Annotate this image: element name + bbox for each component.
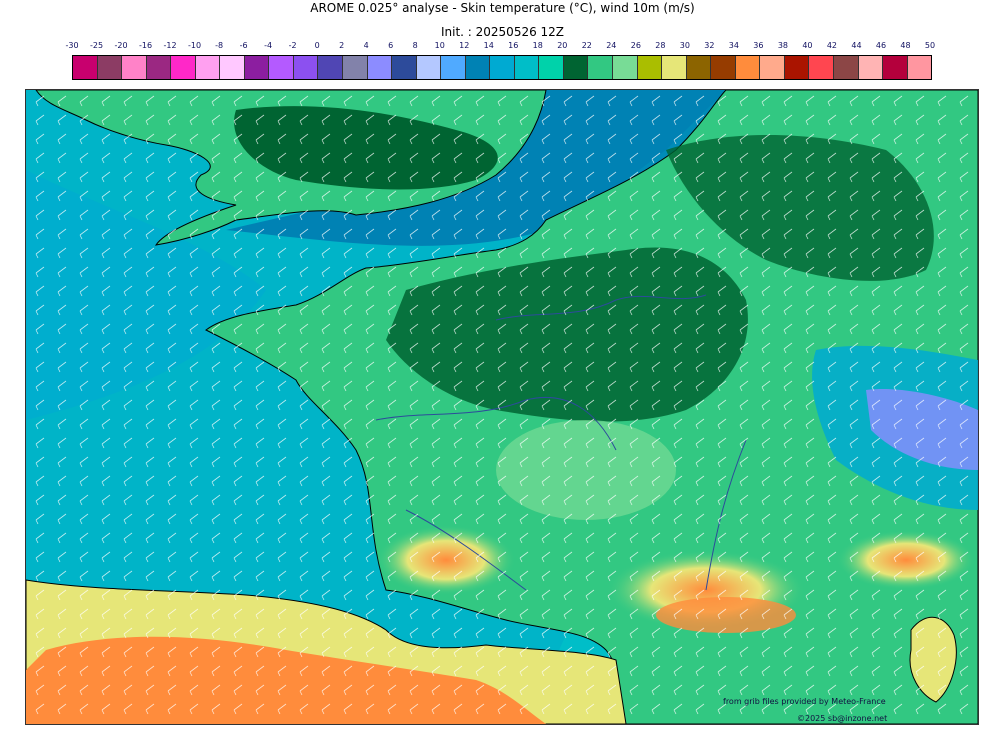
colorbar-tick-label: 42 xyxy=(826,41,838,50)
colorbar-tick-label: -6 xyxy=(239,41,248,50)
colorbar-tick-label: 10 xyxy=(434,41,445,50)
colorbar-tick-label: -30 xyxy=(65,41,79,50)
colorbar-tick-label: 28 xyxy=(655,41,666,50)
colorbar-tick-label: 16 xyxy=(508,41,519,50)
colorbar-tick-label: 36 xyxy=(753,41,764,50)
colorbar-swatch xyxy=(343,56,368,79)
colorbar-tick-label: 12 xyxy=(459,41,470,50)
colorbar-tick-label: 44 xyxy=(851,41,862,50)
colorbar-swatch xyxy=(490,56,515,79)
colorbar-tick-label: 30 xyxy=(679,41,690,50)
colorbar-tick-label: 40 xyxy=(802,41,813,50)
colorbar-tick-label: 50 xyxy=(924,41,936,50)
colorbar-swatch xyxy=(735,56,761,79)
colorbar-swatch xyxy=(563,56,589,79)
colorbar-swatch xyxy=(883,56,908,79)
colorbar-swatch xyxy=(858,56,884,79)
po-valley-warm xyxy=(836,530,976,590)
colorbar-swatch xyxy=(244,56,270,79)
map-canvas xyxy=(26,90,978,724)
colorbar-tick-label: 34 xyxy=(728,41,739,50)
colorbar-tick-label: -10 xyxy=(188,41,202,50)
colorbar-swatch xyxy=(416,56,442,79)
colorbar-swatch xyxy=(539,56,564,79)
colorbar-swatch xyxy=(146,56,172,79)
colorbar-swatch xyxy=(637,56,663,79)
colorbar-tick-label: 0 xyxy=(314,41,320,50)
colorbar-tick-label: -8 xyxy=(215,41,224,50)
center-warm xyxy=(496,420,676,520)
colorbar-swatch xyxy=(220,56,245,79)
colorbar-swatch xyxy=(686,56,712,79)
colorbar-tick-label: 20 xyxy=(557,41,568,50)
colorbar-swatch xyxy=(784,56,810,79)
colorbar-tick-label: 8 xyxy=(412,41,418,50)
colorbar-tick-label: 32 xyxy=(704,41,715,50)
colorbar-tick-label: 14 xyxy=(483,41,494,50)
colorbar-swatch xyxy=(711,56,736,79)
weather-map[interactable] xyxy=(25,89,979,725)
temperature-colorbar xyxy=(72,55,932,80)
colorbar-tick-label: 26 xyxy=(630,41,641,50)
colorbar-tick-label: 24 xyxy=(606,41,617,50)
colorbar-tick-label: -4 xyxy=(264,41,273,50)
colorbar-swatch xyxy=(97,56,123,79)
colorbar-tick-label: 46 xyxy=(875,41,887,50)
provence-hot xyxy=(656,597,796,633)
colorbar-tick-label: 22 xyxy=(581,41,592,50)
colorbar-swatch xyxy=(465,56,491,79)
colorbar-tick-label: 38 xyxy=(777,41,788,50)
colorbar-swatch xyxy=(122,56,147,79)
colorbar-swatch xyxy=(833,56,859,79)
colorbar-swatch xyxy=(514,56,540,79)
colorbar-tick-label: 48 xyxy=(900,41,911,50)
colorbar-tick-label: 2 xyxy=(339,41,345,50)
colorbar-tick-label: 6 xyxy=(388,41,394,50)
colorbar-swatch xyxy=(195,56,221,79)
aquitaine-warm xyxy=(376,525,516,595)
colorbar-swatch xyxy=(318,56,344,79)
colorbar-tick-label: -2 xyxy=(288,41,297,50)
colorbar-swatch xyxy=(392,56,417,79)
colorbar-tick-label: 4 xyxy=(363,41,369,50)
colorbar-swatch xyxy=(293,56,319,79)
colorbar-swatch xyxy=(809,56,834,79)
colorbar-swatch xyxy=(269,56,294,79)
map-title: AROME 0.025° analyse - Skin temperature … xyxy=(310,1,695,15)
copyright-credit: ©2025 sb@inzone.net xyxy=(797,714,888,723)
colorbar-swatch xyxy=(588,56,614,79)
colorbar-tick-label: -20 xyxy=(114,41,128,50)
colorbar-swatch xyxy=(760,56,785,79)
colorbar-swatch xyxy=(367,56,393,79)
colorbar-swatch xyxy=(73,56,98,79)
colorbar-swatch xyxy=(907,56,932,79)
data-source-credit: from grib files provided by Meteo-France xyxy=(723,697,886,706)
colorbar-swatch xyxy=(171,56,196,79)
colorbar-swatch xyxy=(441,56,466,79)
colorbar-swatch xyxy=(613,56,638,79)
colorbar-tick-label: 18 xyxy=(532,41,543,50)
init-time-label: Init. : 20250526 12Z xyxy=(440,25,565,39)
colorbar-tick-label: -16 xyxy=(138,41,153,50)
colorbar-tick-label: -12 xyxy=(163,41,177,50)
colorbar-swatch xyxy=(662,56,687,79)
colorbar-tick-label: -25 xyxy=(89,41,104,50)
colorbar-tick-labels: -30 -25 -20 -16 -12 -10 -8 -6 -4 -2 0 2 4 6 8 10 12 14 16 1… xyxy=(65,41,936,53)
